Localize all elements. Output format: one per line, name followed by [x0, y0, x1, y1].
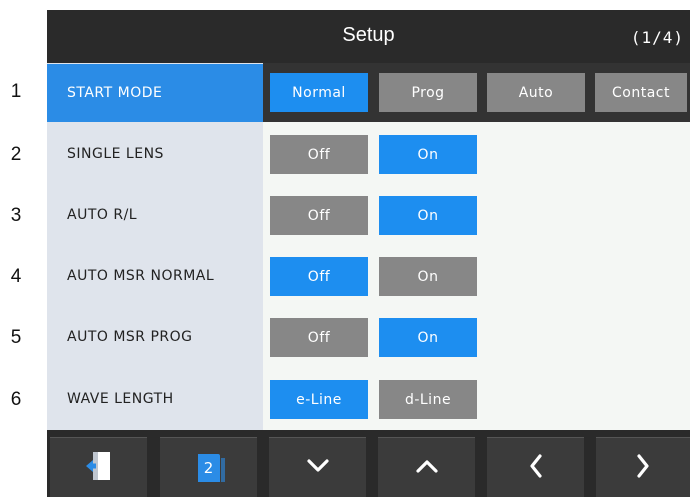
- chevron-down-icon: [306, 458, 329, 477]
- start-mode-contact-button[interactable]: Contact: [595, 73, 687, 112]
- page-indicator: (1/4): [630, 28, 684, 47]
- start-mode-prog-button[interactable]: Prog: [379, 73, 477, 112]
- exit-button[interactable]: [50, 437, 147, 497]
- row-number: 2: [10, 144, 22, 165]
- chevron-left-icon: [529, 453, 543, 482]
- auto-msr-prog-on-button[interactable]: On: [379, 318, 477, 357]
- page-select-button[interactable]: 2: [160, 437, 257, 497]
- header-bar: Setup (1/4): [47, 10, 690, 63]
- auto-rl-on-button[interactable]: On: [379, 196, 477, 235]
- setting-label-auto-rl[interactable]: AUTO R/L: [47, 186, 263, 244]
- start-mode-auto-button[interactable]: Auto: [487, 73, 585, 112]
- auto-rl-off-button[interactable]: Off: [270, 196, 368, 235]
- chevron-right-icon: [636, 453, 650, 482]
- auto-msr-prog-off-button[interactable]: Off: [270, 318, 368, 357]
- exit-door-icon: [84, 450, 114, 486]
- auto-msr-normal-on-button[interactable]: On: [379, 257, 477, 296]
- row-number: 5: [10, 327, 22, 348]
- row-number: 4: [10, 266, 22, 287]
- setting-label-single-lens[interactable]: SINGLE LENS: [47, 125, 263, 183]
- single-lens-off-button[interactable]: Off: [270, 135, 368, 174]
- row-number: 6: [10, 389, 22, 410]
- chevron-up-icon: [415, 458, 438, 477]
- previous-page-button[interactable]: [487, 437, 584, 497]
- scroll-up-button[interactable]: [378, 437, 475, 497]
- setting-label-start-mode[interactable]: START MODE: [47, 64, 263, 122]
- single-lens-on-button[interactable]: On: [379, 135, 477, 174]
- wave-length-e-line-button[interactable]: e-Line: [270, 380, 368, 419]
- setting-label-auto-msr-normal[interactable]: AUTO MSR NORMAL: [47, 247, 263, 305]
- next-page-button[interactable]: [596, 437, 690, 497]
- page-title: Setup: [342, 24, 395, 46]
- wave-length-d-line-button[interactable]: d-Line: [379, 380, 477, 419]
- start-mode-normal-button[interactable]: Normal: [270, 73, 368, 112]
- scroll-down-button[interactable]: [269, 437, 366, 497]
- auto-msr-normal-off-button[interactable]: Off: [270, 257, 368, 296]
- setting-label-auto-msr-prog[interactable]: AUTO MSR PROG: [47, 308, 263, 366]
- setting-label-wave-length[interactable]: WAVE LENGTH: [47, 370, 263, 428]
- row-number: 3: [10, 205, 22, 226]
- row-number: 1: [10, 81, 22, 102]
- page-badge: 2: [197, 453, 225, 482]
